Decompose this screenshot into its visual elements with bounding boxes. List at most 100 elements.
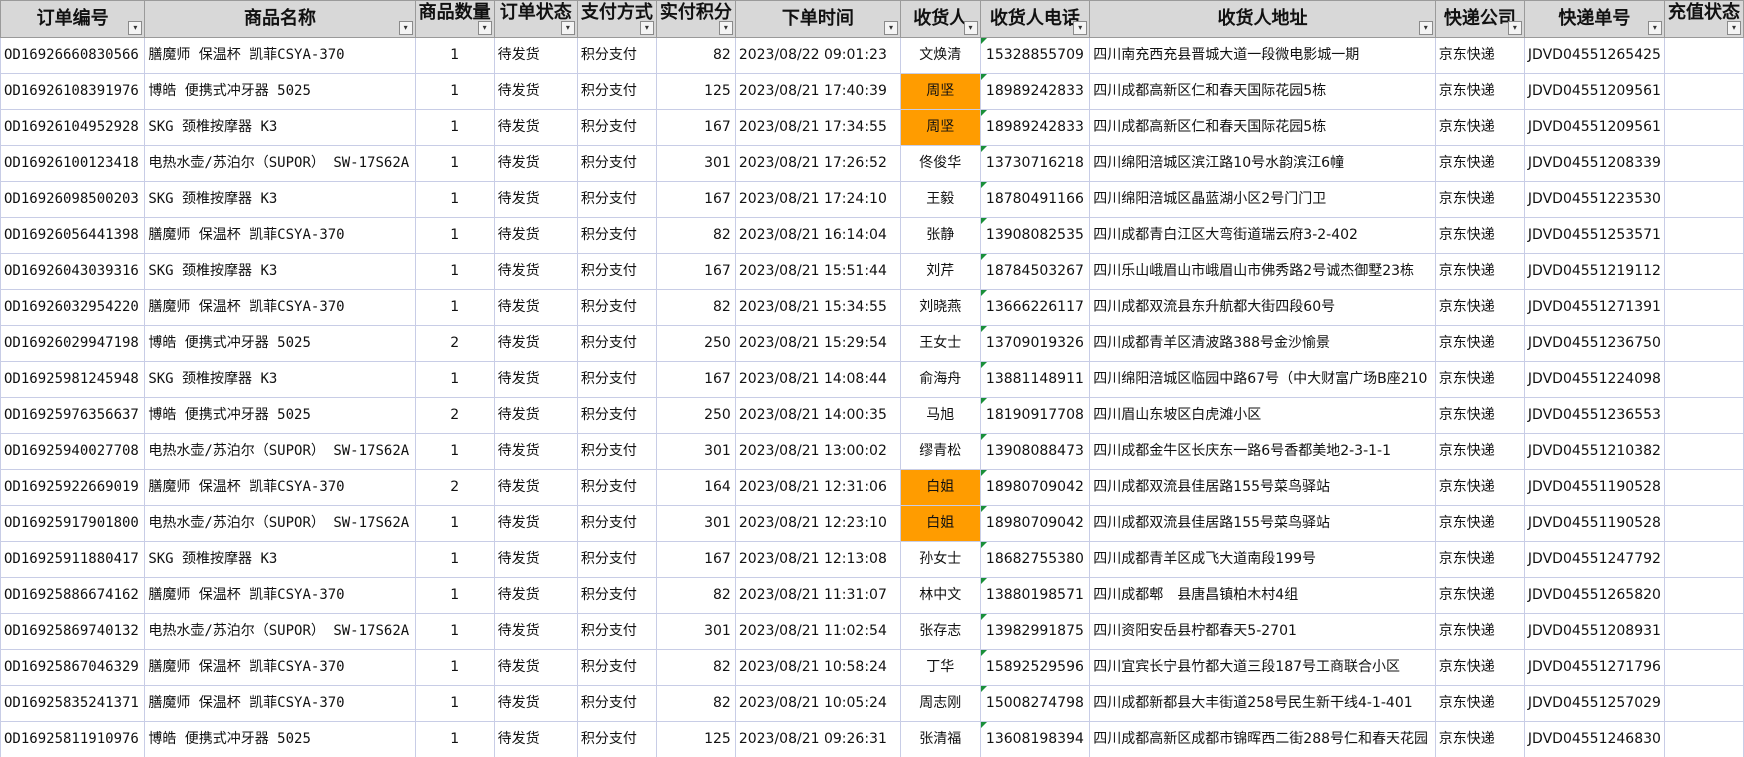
tracking-number-cell[interactable]: JDVD04551210382: [1523, 433, 1665, 470]
points-cell[interactable]: 301: [655, 613, 736, 650]
order-time-cell[interactable]: 2023/08/21 12:13:08: [734, 541, 902, 578]
filter-dropdown-icon[interactable]: ▾: [884, 21, 898, 35]
recipient-phone-cell[interactable]: 13709019326: [979, 325, 1091, 362]
courier-cell[interactable]: 京东快递: [1434, 721, 1525, 757]
product-name-cell[interactable]: 博皓 便携式冲牙器 5025: [144, 325, 416, 362]
recipient-phone-cell[interactable]: 18989242833: [979, 109, 1091, 146]
order-time-cell[interactable]: 2023/08/21 11:02:54: [734, 613, 902, 650]
order-time-cell[interactable]: 2023/08/21 16:14:04: [734, 217, 902, 254]
order-time-cell[interactable]: 2023/08/21 14:00:35: [734, 397, 902, 434]
recipient-name-cell[interactable]: 刘芹: [900, 253, 981, 290]
order-time-cell[interactable]: 2023/08/21 17:24:10: [734, 181, 902, 218]
order-id-cell[interactable]: OD16926098500203: [0, 181, 146, 218]
quantity-cell[interactable]: 1: [414, 433, 495, 470]
recharge-status-cell[interactable]: [1663, 145, 1744, 182]
quantity-cell[interactable]: 2: [414, 469, 495, 506]
recharge-status-cell[interactable]: [1663, 37, 1744, 74]
payment-method-cell[interactable]: 积分支付: [576, 433, 657, 470]
tracking-number-cell[interactable]: JDVD04551223530: [1523, 181, 1665, 218]
product-name-cell[interactable]: 电热水壶/苏泊尔（SUPOR） SW-17S62A: [144, 505, 416, 542]
recipient-address-cell[interactable]: 四川资阳安岳县柠都春天5-2701: [1089, 613, 1436, 650]
points-cell[interactable]: 167: [655, 541, 736, 578]
filter-dropdown-icon[interactable]: ▾: [1073, 21, 1088, 35]
order-time-cell[interactable]: 2023/08/21 10:05:24: [734, 685, 902, 722]
order-time-cell[interactable]: 2023/08/21 15:34:55: [734, 289, 902, 326]
order-id-cell[interactable]: OD16925867046329: [0, 649, 146, 686]
quantity-cell[interactable]: 1: [414, 37, 495, 74]
points-cell[interactable]: 125: [655, 721, 736, 757]
quantity-cell[interactable]: 1: [414, 649, 495, 686]
order-status-cell[interactable]: 待发货: [493, 541, 578, 578]
column-header[interactable]: 收货人电话 ▾: [979, 0, 1091, 38]
recipient-phone-cell[interactable]: 13730716218: [979, 145, 1091, 182]
quantity-cell[interactable]: 1: [414, 217, 495, 254]
filter-dropdown-icon[interactable]: ▾: [639, 21, 654, 35]
order-status-cell[interactable]: 待发货: [493, 325, 578, 362]
order-time-cell[interactable]: 2023/08/21 12:31:06: [734, 469, 902, 506]
product-name-cell[interactable]: 膳魔师 保温杯 凯菲CSYA-370: [144, 577, 416, 614]
order-id-cell[interactable]: OD16925917901800: [0, 505, 146, 542]
courier-cell[interactable]: 京东快递: [1434, 181, 1525, 218]
filter-dropdown-icon[interactable]: ▾: [1418, 21, 1433, 35]
points-cell[interactable]: 301: [655, 433, 736, 470]
points-cell[interactable]: 125: [655, 73, 736, 110]
tracking-number-cell[interactable]: JDVD04551265820: [1523, 577, 1665, 614]
order-id-cell[interactable]: OD16925835241371: [0, 685, 146, 722]
points-cell[interactable]: 82: [655, 217, 736, 254]
payment-method-cell[interactable]: 积分支付: [576, 361, 657, 398]
points-cell[interactable]: 167: [655, 361, 736, 398]
order-id-cell[interactable]: OD16925981245948: [0, 361, 146, 398]
recharge-status-cell[interactable]: [1663, 73, 1744, 110]
payment-method-cell[interactable]: 积分支付: [576, 37, 657, 74]
recipient-phone-cell[interactable]: 15328855709: [979, 37, 1091, 74]
courier-cell[interactable]: 京东快递: [1434, 361, 1525, 398]
order-id-cell[interactable]: OD16925922669019: [0, 469, 146, 506]
product-name-cell[interactable]: 博皓 便携式冲牙器 5025: [144, 721, 416, 757]
points-cell[interactable]: 250: [655, 397, 736, 434]
product-name-cell[interactable]: SKG 颈椎按摩器 K3: [144, 253, 416, 290]
courier-cell[interactable]: 京东快递: [1434, 397, 1525, 434]
order-status-cell[interactable]: 待发货: [493, 361, 578, 398]
order-id-cell[interactable]: OD16926104952928: [0, 109, 146, 146]
recipient-name-cell[interactable]: 张存志: [900, 613, 981, 650]
payment-method-cell[interactable]: 积分支付: [576, 145, 657, 182]
recipient-phone-cell[interactable]: 13982991875: [979, 613, 1091, 650]
recipient-name-cell[interactable]: 文焕清: [900, 37, 981, 74]
order-status-cell[interactable]: 待发货: [493, 109, 578, 146]
payment-method-cell[interactable]: 积分支付: [576, 325, 657, 362]
recharge-status-cell[interactable]: [1663, 181, 1744, 218]
column-header[interactable]: 收货人地址 ▾: [1089, 0, 1436, 38]
tracking-number-cell[interactable]: JDVD04551257029: [1523, 685, 1665, 722]
payment-method-cell[interactable]: 积分支付: [576, 73, 657, 110]
points-cell[interactable]: 82: [655, 685, 736, 722]
tracking-number-cell[interactable]: JDVD04551247792: [1523, 541, 1665, 578]
recipient-address-cell[interactable]: 四川绵阳涪城区临园中路67号（中大财富广场B座210: [1089, 361, 1436, 398]
recipient-phone-cell[interactable]: 13880198571: [979, 577, 1091, 614]
recharge-status-cell[interactable]: [1663, 649, 1744, 686]
quantity-cell[interactable]: 1: [414, 721, 495, 757]
order-id-cell[interactable]: OD16926032954220: [0, 289, 146, 326]
recharge-status-cell[interactable]: [1663, 685, 1744, 722]
recharge-status-cell[interactable]: [1663, 505, 1744, 542]
recharge-status-cell[interactable]: [1663, 289, 1744, 326]
courier-cell[interactable]: 京东快递: [1434, 469, 1525, 506]
payment-method-cell[interactable]: 积分支付: [576, 253, 657, 290]
filter-dropdown-icon[interactable]: ▾: [128, 21, 143, 35]
recipient-phone-cell[interactable]: 18190917708: [979, 397, 1091, 434]
column-header[interactable]: 收货人 ▾: [900, 0, 981, 38]
points-cell[interactable]: 301: [655, 505, 736, 542]
recipient-address-cell[interactable]: 四川成都青白江区大弯街道瑞云府3-2-402: [1089, 217, 1436, 254]
recipient-name-cell[interactable]: 林中文: [900, 577, 981, 614]
product-name-cell[interactable]: 博皓 便携式冲牙器 5025: [144, 397, 416, 434]
tracking-number-cell[interactable]: JDVD04551224098: [1523, 361, 1665, 398]
product-name-cell[interactable]: SKG 颈椎按摩器 K3: [144, 541, 416, 578]
recipient-address-cell[interactable]: 四川成都双流县东升航都大街四段60号: [1089, 289, 1436, 326]
order-time-cell[interactable]: 2023/08/21 13:00:02: [734, 433, 902, 470]
tracking-number-cell[interactable]: JDVD04551190528: [1523, 469, 1665, 506]
recipient-phone-cell[interactable]: 13908088473: [979, 433, 1091, 470]
order-status-cell[interactable]: 待发货: [493, 505, 578, 542]
order-status-cell[interactable]: 待发货: [493, 73, 578, 110]
payment-method-cell[interactable]: 积分支付: [576, 685, 657, 722]
payment-method-cell[interactable]: 积分支付: [576, 613, 657, 650]
quantity-cell[interactable]: 1: [414, 181, 495, 218]
